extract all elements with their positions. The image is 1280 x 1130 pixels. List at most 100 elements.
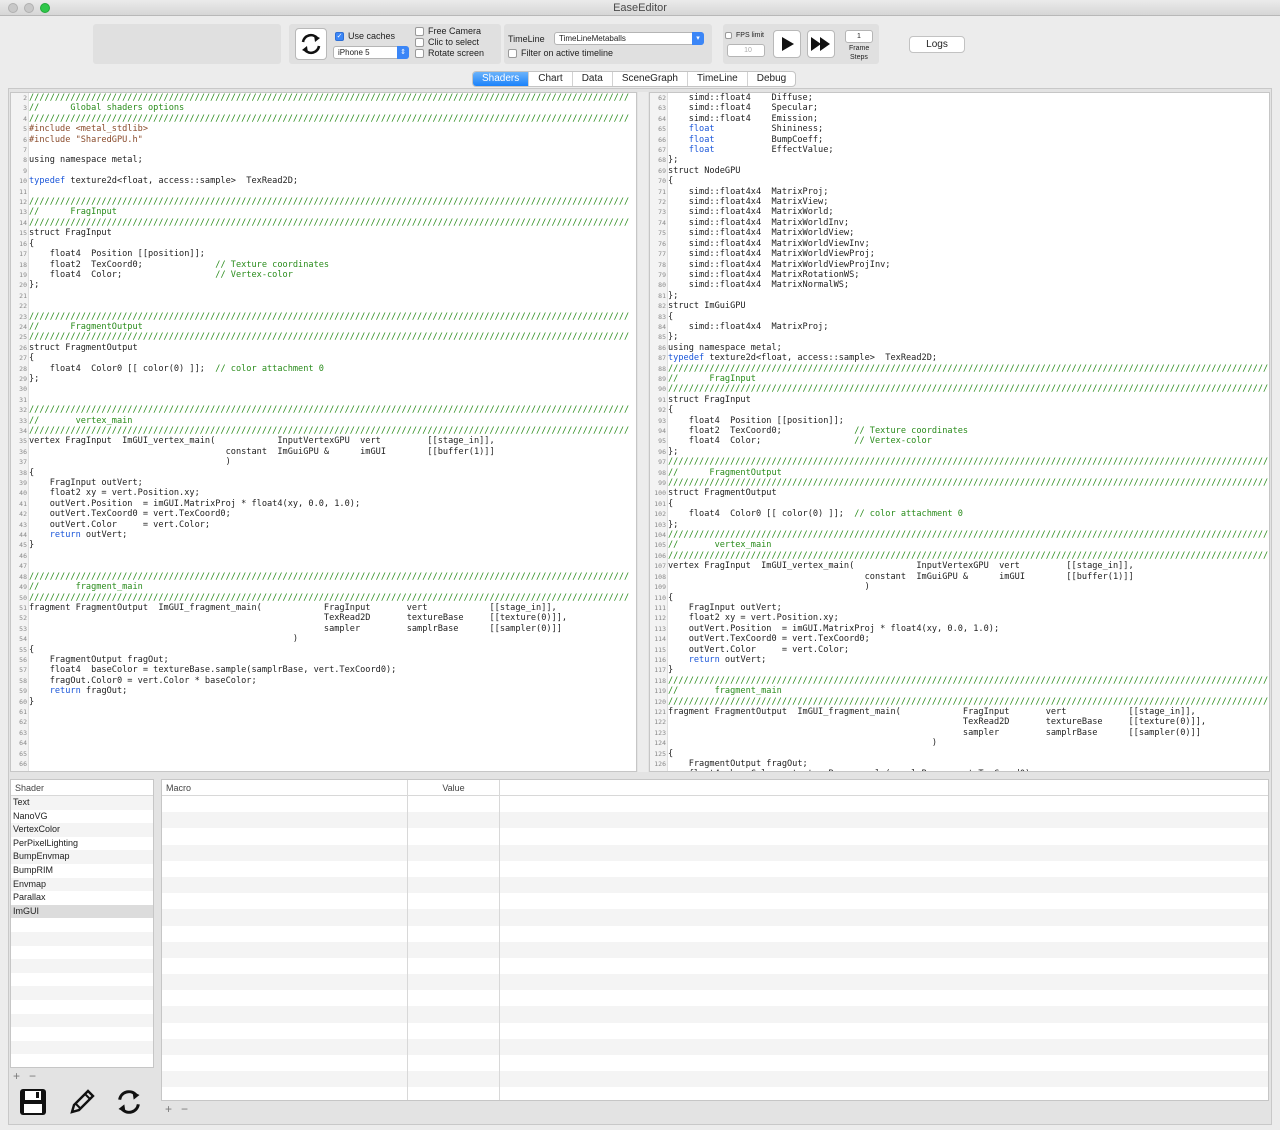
edit-icon — [70, 1089, 95, 1114]
shader-list-item[interactable]: PerPixelLighting — [11, 837, 153, 851]
macro-table-row[interactable] — [162, 1087, 1268, 1100]
shader-list-item[interactable]: NanoVG — [11, 810, 153, 824]
shader-list-item[interactable]: BumpRIM — [11, 864, 153, 878]
fps-input[interactable]: 10 — [727, 44, 765, 57]
code-line: 4///////////////////////////////////////… — [11, 114, 636, 124]
remove-macro-button[interactable]: − — [181, 1102, 188, 1116]
line-number: 115 — [654, 645, 666, 654]
macro-table-row[interactable] — [162, 1022, 1268, 1039]
macro-table-row[interactable] — [162, 1071, 1268, 1088]
macro-table-row[interactable] — [162, 974, 1268, 991]
macro-table-row[interactable] — [162, 844, 1268, 861]
line-number: 81 — [658, 291, 666, 300]
line-number: 70 — [658, 177, 666, 186]
tab-scenegraph[interactable]: SceneGraph — [613, 72, 688, 86]
code-text: return outVert; — [49, 530, 128, 541]
macro-table-row[interactable] — [162, 812, 1268, 829]
code-line: 54 ) — [11, 634, 636, 644]
macro-table-row[interactable] — [162, 1055, 1268, 1072]
code-text: simd::float4x4 MatrixWorldViewInv; — [668, 238, 870, 249]
tab-shaders[interactable]: Shaders — [473, 72, 530, 86]
code-line: 95 float4 Color; // Vertex-color — [650, 436, 1269, 446]
code-line: 62 simd::float4 Diffuse; — [650, 93, 1269, 103]
shader-code-editor-right[interactable]: 62 simd::float4 Diffuse; 63 simd::float4 … — [649, 92, 1270, 772]
use-caches-checkbox[interactable]: ✓ Use caches — [335, 31, 395, 41]
macro-table-row[interactable] — [162, 876, 1268, 894]
macro-table-row[interactable] — [162, 941, 1268, 958]
zoom-window-button[interactable] — [40, 3, 50, 13]
code-text: } — [29, 696, 35, 707]
macro-table-row[interactable] — [162, 893, 1268, 910]
line-number: 3 — [23, 104, 27, 113]
shader-code-editor-left[interactable]: 2///////////////////////////////////////… — [10, 92, 637, 772]
frame-steps-input[interactable]: 1 — [845, 30, 873, 43]
shader-list-item[interactable]: Envmap — [11, 877, 153, 892]
rotate-screen-checkbox[interactable]: Rotate screen — [415, 48, 484, 58]
code-text: ////////////////////////////////////////… — [668, 530, 1269, 541]
shader-list-item[interactable]: BumpEnvmap — [11, 850, 153, 864]
play-icon — [782, 37, 794, 51]
device-select[interactable]: iPhone 5 ⇕ — [333, 46, 409, 59]
tab-debug[interactable]: Debug — [748, 72, 795, 86]
shader-list-item[interactable]: Parallax — [11, 891, 153, 905]
tab-chart[interactable]: Chart — [529, 72, 573, 86]
add-shader-button[interactable]: + — [13, 1069, 20, 1083]
reload-button[interactable] — [295, 28, 327, 60]
shader-list-item[interactable]: ImGUI — [11, 904, 153, 919]
add-macro-button[interactable]: + — [165, 1102, 172, 1116]
line-number: 66 — [19, 760, 27, 768]
line-number: 19 — [19, 270, 27, 279]
macro-table-row[interactable] — [162, 828, 1268, 845]
value-column-header[interactable]: Value — [408, 780, 500, 795]
macro-table-row[interactable] — [162, 1006, 1268, 1023]
tab-timeline[interactable]: TimeLine — [688, 72, 748, 86]
remove-shader-button[interactable]: − — [29, 1069, 36, 1083]
line-number: 51 — [19, 603, 27, 612]
macro-table-row[interactable] — [162, 909, 1268, 926]
code-text: FragmentOutput fragOut; — [668, 759, 808, 769]
line-number: 84 — [658, 322, 666, 331]
code-line: 67 float EffectValue; — [650, 145, 1269, 155]
macro-table-row[interactable] — [162, 796, 1268, 813]
play-button[interactable] — [773, 30, 801, 58]
tab-data[interactable]: Data — [573, 72, 613, 86]
code-text: simd::float4x4 MatrixRotationWS; — [668, 269, 860, 280]
filter-active-timeline-checkbox[interactable]: Filter on active timeline — [508, 48, 613, 58]
line-number: 39 — [19, 479, 27, 488]
code-line: 50//////////////////////////////////////… — [11, 593, 636, 603]
shader-list-item[interactable]: VertexColor — [11, 823, 153, 837]
code-line: 31 — [11, 395, 636, 405]
code-line: 92{ — [650, 405, 1269, 415]
edit-button[interactable] — [66, 1086, 98, 1118]
close-window-button[interactable] — [8, 3, 18, 13]
minimize-window-button[interactable] — [24, 3, 34, 13]
logs-button[interactable]: Logs — [909, 36, 965, 53]
code-line: 70{ — [650, 176, 1269, 186]
macro-table-row[interactable] — [162, 957, 1268, 975]
code-line: 65 float Shininess; — [650, 124, 1269, 134]
macro-table-row[interactable] — [162, 925, 1268, 942]
shader-rows: Text NanoVG VertexColor PerPixelLighting Bum… — [11, 796, 153, 1067]
macro-table-row[interactable] — [162, 990, 1268, 1007]
shader-list-item[interactable]: Text — [11, 796, 153, 810]
code-text: }; — [29, 280, 40, 291]
line-number: 99 — [658, 479, 666, 488]
macro-table-row[interactable] — [162, 860, 1268, 877]
fps-limit-checkbox[interactable]: FPS limit — [725, 32, 764, 39]
free-camera-checkbox[interactable]: Free Camera — [415, 26, 481, 36]
shader-column-header[interactable]: Shader — [11, 780, 153, 796]
code-text: typedef texture2d<float, access::sample>… — [29, 176, 299, 187]
code-line: 94 float2 TexCoord0; // Texture coordina… — [650, 426, 1269, 436]
timeline-select[interactable]: TimeLineMetaballs ▾ — [554, 32, 704, 45]
save-icon — [20, 1089, 46, 1115]
vertical-splitter[interactable] — [638, 92, 648, 772]
save-button[interactable] — [17, 1086, 49, 1118]
refresh-shaders-button[interactable] — [113, 1086, 145, 1118]
clic-to-select-checkbox[interactable]: Clic to select — [415, 37, 479, 47]
code-line: 87 typedef texture2d<float, access::sampl… — [650, 353, 1269, 363]
fast-forward-button[interactable] — [807, 30, 835, 58]
code-line: 104/////////////////////////////////////… — [650, 530, 1269, 540]
code-line: 16{ — [11, 239, 636, 249]
macro-table-row[interactable] — [162, 1038, 1268, 1055]
macro-column-header[interactable]: Macro — [162, 780, 408, 795]
